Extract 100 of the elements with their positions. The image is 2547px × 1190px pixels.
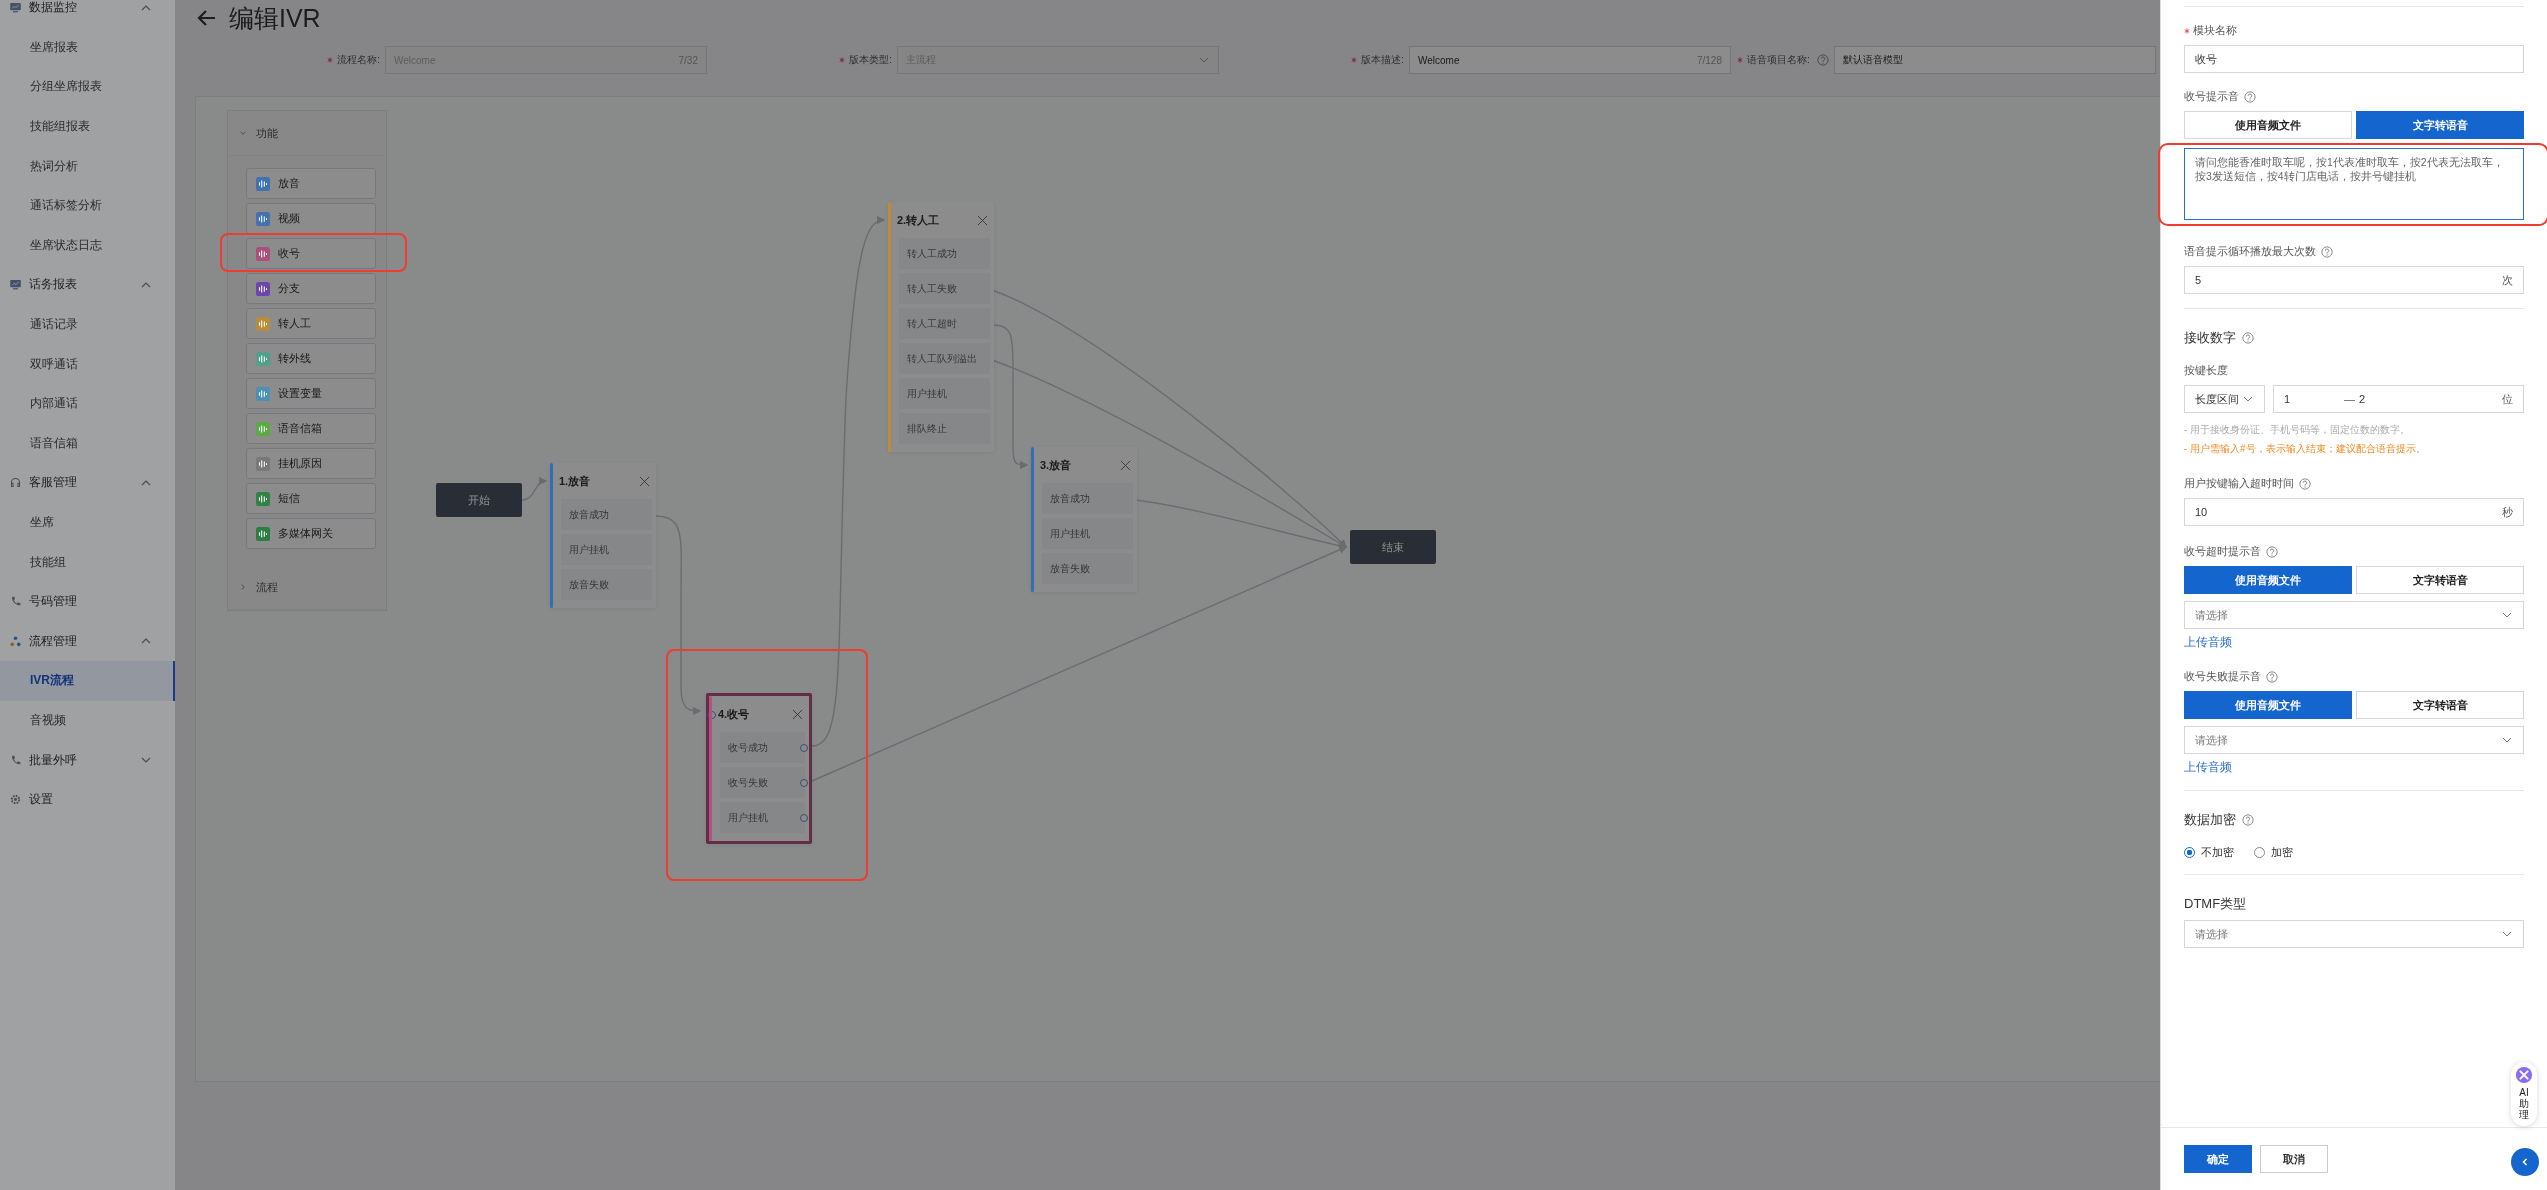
help-icon[interactable] bbox=[2266, 545, 2278, 558]
sidebar-group[interactable]: 批量外呼 bbox=[0, 740, 175, 780]
node-port[interactable]: 转人工队列溢出 bbox=[899, 343, 990, 374]
palette-item[interactable]: 收号 bbox=[246, 238, 376, 269]
sidebar-item[interactable]: 通话记录 bbox=[0, 304, 175, 345]
help-icon[interactable] bbox=[2244, 90, 2256, 103]
field-label: 语音提示循环播放最大次数 bbox=[2184, 244, 2524, 259]
sidebar-item[interactable]: 坐席 bbox=[0, 502, 175, 543]
field-label: 用户按键输入超时时间 bbox=[2184, 476, 2524, 491]
help-icon[interactable] bbox=[1816, 54, 1829, 66]
node-port[interactable]: 排队终止 bbox=[899, 413, 990, 444]
palette-item[interactable]: 挂机原因 bbox=[246, 448, 376, 479]
flow-node[interactable]: 4.收号 收号成功 收号失败 用户挂机 bbox=[706, 693, 812, 844]
palette-section-header[interactable]: 流程 bbox=[228, 565, 386, 610]
section-title: DTMF类型 bbox=[2184, 895, 2248, 913]
palette-item[interactable]: 放音 bbox=[246, 168, 376, 199]
node-port[interactable]: 用户挂机 bbox=[899, 378, 990, 409]
radio-option[interactable]: 加密 bbox=[2254, 845, 2293, 860]
sidebar-item[interactable]: 双呼通话 bbox=[0, 344, 175, 384]
connector-line bbox=[521, 477, 548, 501]
palette-item[interactable]: 转人工 bbox=[246, 308, 376, 339]
sidebar-item[interactable]: IVR流程 bbox=[0, 661, 175, 701]
node-port[interactable]: 放音成功 bbox=[1042, 483, 1133, 514]
node-port[interactable]: 转人工成功 bbox=[899, 238, 990, 269]
select-field[interactable]: 长度区间 bbox=[2184, 385, 2265, 413]
field-label: 流程名称: bbox=[337, 53, 380, 67]
palette-item[interactable]: 转外线 bbox=[246, 343, 376, 374]
sidebar-item[interactable]: 坐席报表 bbox=[0, 27, 175, 68]
sidebar-group[interactable]: 话务报表 bbox=[0, 265, 175, 305]
sidebar-item[interactable]: 通话标签分析 bbox=[0, 185, 175, 226]
node-port[interactable]: 放音失败 bbox=[561, 569, 652, 600]
palette-section-header[interactable]: 功能 bbox=[228, 111, 386, 156]
port-handle[interactable] bbox=[800, 779, 808, 787]
palette-item[interactable]: 语音信箱 bbox=[246, 413, 376, 444]
sidebar-item[interactable]: 技能组报表 bbox=[0, 106, 175, 147]
input-field[interactable]: 5 次 bbox=[2184, 266, 2524, 294]
flow-node[interactable]: 1.放音 放音成功 用户挂机 放音失败 bbox=[550, 463, 656, 608]
field-label: 模块名称 bbox=[2193, 23, 2237, 38]
node-port[interactable]: 放音成功 bbox=[561, 499, 652, 530]
palette-item[interactable]: 视频 bbox=[246, 203, 376, 234]
mode-tab[interactable]: 文字转语音 bbox=[2356, 691, 2524, 719]
node-port[interactable]: 收号成功 bbox=[720, 732, 805, 763]
node-port[interactable]: 用户挂机 bbox=[1042, 518, 1133, 549]
select-field[interactable]: 默认语音模型 bbox=[1833, 46, 2156, 74]
help-icon[interactable] bbox=[2299, 477, 2311, 490]
sidebar-group[interactable]: 设置 bbox=[0, 779, 175, 820]
input-field[interactable]: 收号 bbox=[2184, 45, 2524, 73]
sidebar-item[interactable]: 内部通话 bbox=[0, 383, 175, 424]
flow-node[interactable]: 2.转人工 转人工成功 转人工失败 转人工超时 转人工队列溢出 用户挂机 排队终止 bbox=[888, 202, 994, 452]
help-icon[interactable] bbox=[2266, 670, 2278, 683]
terminal-node[interactable]: 结束 bbox=[1350, 530, 1436, 564]
sidebar-group[interactable]: 号码管理 bbox=[0, 581, 175, 622]
node-port[interactable]: 转人工失败 bbox=[899, 273, 990, 304]
sidebar-group[interactable]: 客服管理 bbox=[0, 463, 175, 503]
help-icon[interactable] bbox=[2242, 814, 2254, 826]
mode-tab[interactable]: 文字转语音 bbox=[2356, 566, 2524, 594]
node-port[interactable]: 用户挂机 bbox=[720, 802, 805, 833]
mode-tab[interactable]: 使用音频文件 bbox=[2184, 111, 2352, 139]
palette-item[interactable]: 设置变量 bbox=[246, 378, 376, 409]
help-icon[interactable] bbox=[2321, 245, 2333, 258]
field-label: 收号失败提示音 bbox=[2184, 669, 2524, 684]
palette-item[interactable]: 短信 bbox=[246, 483, 376, 514]
node-port[interactable]: 用户挂机 bbox=[561, 534, 652, 565]
sidebar-item[interactable]: 技能组 bbox=[0, 542, 175, 582]
flow-node[interactable]: 3.放音 放音成功 用户挂机 放音失败 bbox=[1031, 447, 1137, 592]
help-icon[interactable] bbox=[2242, 332, 2254, 344]
upload-link[interactable]: 上传音频 bbox=[2184, 634, 2524, 651]
sidebar-item[interactable]: 热词分析 bbox=[0, 146, 175, 186]
cancel-button[interactable]: 取消 bbox=[2260, 1145, 2328, 1173]
input-field[interactable]: 10 秒 bbox=[2184, 498, 2524, 526]
sidebar-item[interactable]: 分组坐席报表 bbox=[0, 67, 175, 107]
palette-item[interactable]: 多媒体网关 bbox=[246, 518, 376, 549]
collapse-button[interactable] bbox=[2511, 1148, 2539, 1176]
sidebar-group-label: 客服管理 bbox=[29, 474, 78, 492]
prompt-text-area[interactable]: 请问您能香准时取车呢，按1代表准时取车，按2代表无法取车，按3发送短信，按4转门店电话，按井号键挂机 bbox=[2184, 148, 2524, 220]
node-port[interactable]: 转人工超时 bbox=[899, 308, 990, 339]
upload-link[interactable]: 上传音频 bbox=[2184, 759, 2524, 776]
palette-item[interactable]: 分支 bbox=[246, 273, 376, 304]
mode-tab[interactable]: 文字转语音 bbox=[2356, 111, 2524, 139]
close-icon[interactable] bbox=[639, 475, 650, 487]
close-icon[interactable] bbox=[792, 708, 803, 720]
close-icon[interactable] bbox=[1120, 459, 1131, 471]
port-handle[interactable] bbox=[800, 814, 808, 822]
sidebar-item[interactable]: 语音信箱 bbox=[0, 423, 175, 464]
node-port[interactable]: 收号失败 bbox=[720, 767, 805, 798]
sidebar-item[interactable]: 坐席状态日志 bbox=[0, 225, 175, 266]
mode-tab[interactable]: 使用音频文件 bbox=[2184, 566, 2352, 594]
mode-tab[interactable]: 使用音频文件 bbox=[2184, 691, 2352, 719]
assistant-button[interactable]: AI助理 bbox=[2511, 1062, 2537, 1126]
select-field[interactable]: 请选择 bbox=[2184, 726, 2524, 754]
select-field[interactable]: 请选择 bbox=[2184, 920, 2524, 948]
confirm-button[interactable]: 确定 bbox=[2184, 1145, 2252, 1173]
port-handle[interactable] bbox=[800, 744, 808, 752]
node-port[interactable]: 放音失败 bbox=[1042, 553, 1133, 584]
select-field[interactable]: 请选择 bbox=[2184, 601, 2524, 629]
sidebar-group[interactable]: 数据监控 bbox=[0, 0, 175, 28]
close-icon[interactable] bbox=[977, 214, 988, 226]
terminal-node[interactable]: 开始 bbox=[436, 483, 522, 517]
range-field[interactable]: 1 — 2 位 bbox=[2273, 385, 2524, 413]
radio-option[interactable]: 不加密 bbox=[2184, 845, 2234, 860]
